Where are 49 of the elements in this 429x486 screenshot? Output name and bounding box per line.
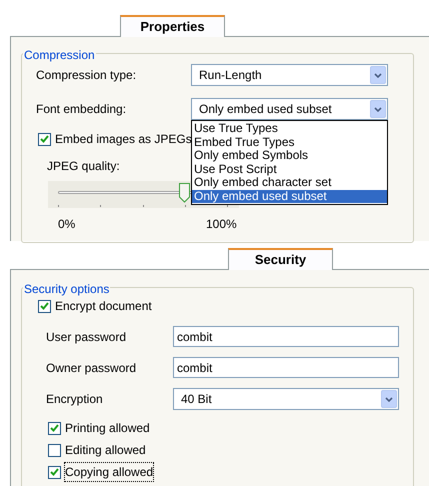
tick-mark [227,205,228,207]
checkbox[interactable] [38,132,51,146]
dropdown-field[interactable]: Run-Length [191,64,388,86]
dropdown-button[interactable] [381,390,397,408]
dropdown-value: 40 Bit [181,391,212,408]
chevron-down-icon [374,72,382,78]
field-value: combit [177,360,212,376]
dropdown-button[interactable] [370,100,386,118]
slider-max-label: 100% [206,216,237,233]
dropdown-option[interactable]: Only embed character set [192,176,387,190]
dropdown-field[interactable]: 40 Bit [173,388,399,410]
checkbox[interactable] [48,444,61,456]
checkbox[interactable] [48,422,61,434]
tab[interactable]: Properties [120,15,225,37]
checkbox[interactable] [38,300,51,312]
dropdown-option[interactable]: Use True Types [192,122,387,136]
chevron-down-icon [374,106,382,112]
dropdown-option[interactable]: Only embed Symbols [192,149,387,162]
dropdown-option[interactable]: Use Post Script [192,162,387,176]
dropdown-value: Run-Length [199,67,262,84]
checkbox-label: Editing allowed [65,442,146,459]
field-label: Owner password [45,360,138,376]
dropdown-button[interactable] [370,66,386,84]
checkbox-label: Embed images as JPEGs [55,131,192,148]
field-label: Encryption [45,391,104,408]
password-field[interactable]: combit [173,357,399,378]
tick-mark [58,205,59,207]
checkbox-label: Printing allowed [65,420,150,437]
check-icon [40,135,49,143]
password-field[interactable]: combit [173,326,399,347]
field-label: JPEG quality: [47,158,120,175]
chevron-down-icon [385,396,393,402]
checkbox[interactable] [48,466,61,478]
field-label: Font embedding: [36,101,128,118]
checkbox-label: Copying allowed [65,463,154,481]
check-icon [50,424,59,432]
field-label: User password [45,328,128,346]
field-value: combit [177,328,212,346]
dropdown-option[interactable]: Only embed used subset [192,190,387,203]
slider-min-label: 0% [58,216,76,233]
check-icon [50,468,59,476]
tick-mark [184,205,186,207]
dropdown-option[interactable]: Embed True Types [192,136,387,149]
tab[interactable]: Security [228,248,333,270]
dropdown-field[interactable]: Only embed used subset [191,98,388,120]
dropdown-value: Only embed used subset [199,101,332,118]
checkbox-label: Encrypt document [55,298,152,315]
check-icon [40,302,49,310]
field-label: Compression type: [36,67,138,84]
